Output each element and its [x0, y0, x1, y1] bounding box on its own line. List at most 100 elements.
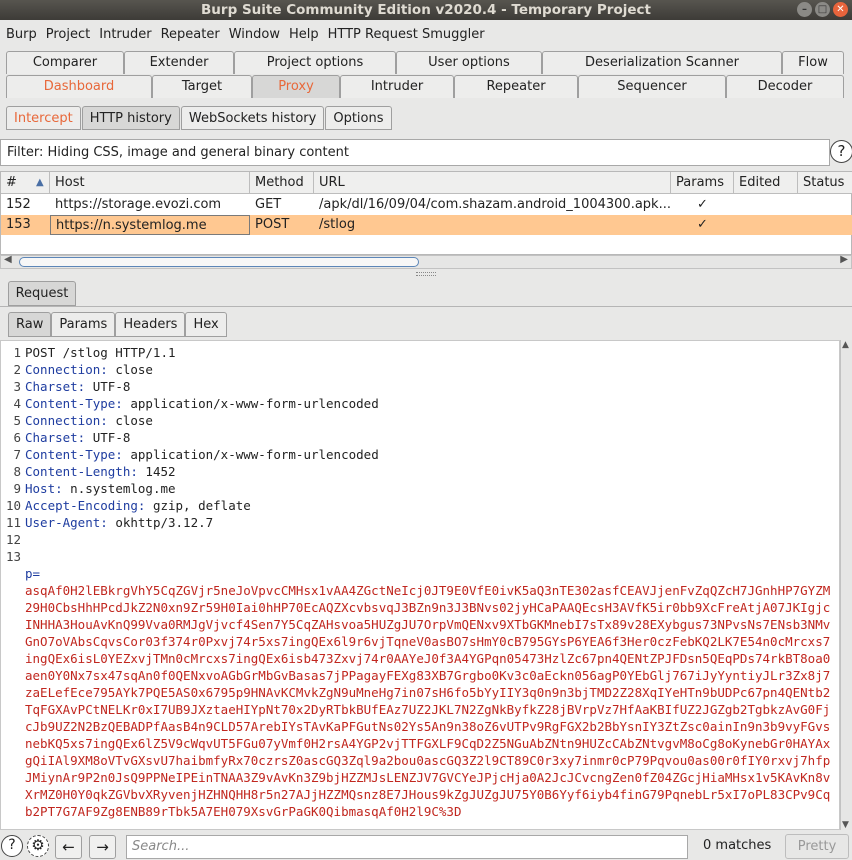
header-name: Content-Type: — [25, 396, 123, 411]
pretty-button[interactable]: Pretty — [785, 834, 849, 859]
header-value: okhttp/3.12.7 — [107, 515, 214, 530]
tab-http-history[interactable]: HTTP history — [81, 106, 180, 130]
main-tabs-row2: Dashboard Target Proxy Intruder Repeater… — [6, 75, 844, 98]
tab-hex[interactable]: Hex — [185, 312, 227, 337]
scroll-left-icon[interactable]: ◀ — [4, 254, 12, 265]
header-value: application/x-www-form-urlencoded — [122, 447, 379, 462]
tab-dashboard[interactable]: Dashboard — [6, 75, 152, 98]
scroll-right-icon[interactable]: ▶ — [840, 254, 848, 265]
tab-user-options[interactable]: User options — [396, 51, 542, 74]
scroll-up-icon[interactable]: ▲ — [842, 340, 849, 350]
line-number: 7 — [13, 447, 21, 462]
menu-burp[interactable]: Burp — [6, 27, 37, 42]
header-value: application/x-www-form-urlencoded — [122, 396, 379, 411]
gear-icon[interactable]: ⚙ — [27, 835, 49, 857]
header-value: UTF-8 — [85, 430, 131, 445]
search-input[interactable]: Search... — [126, 835, 688, 859]
header-value: UTF-8 — [85, 379, 131, 394]
column-header-number[interactable]: # ▲ — [1, 172, 50, 194]
column-header-edited[interactable]: Edited — [734, 172, 798, 194]
tab-request[interactable]: Request — [8, 281, 76, 306]
header-name: User-Agent: — [25, 515, 108, 530]
cell-method: GET — [255, 197, 282, 212]
scroll-down-icon[interactable]: ▼ — [842, 820, 849, 830]
tab-headers[interactable]: Headers — [115, 312, 186, 337]
tab-websockets-history[interactable]: WebSockets history — [180, 106, 325, 130]
header-name: Host: — [25, 481, 63, 496]
header-value: close — [107, 362, 153, 377]
table-row-selected[interactable]: 153 https://n.systemlog.me POST /stlog ✓ — [1, 215, 852, 235]
tab-intercept[interactable]: Intercept — [6, 106, 81, 130]
column-header-url[interactable]: URL — [314, 172, 671, 194]
header-name: Charset: — [25, 379, 86, 394]
window-title: Burp Suite Community Edition v2020.4 - T… — [201, 2, 651, 18]
splitter-handle[interactable] — [416, 272, 436, 276]
tab-project-options[interactable]: Project options — [234, 51, 396, 74]
main-tabs-row1: Comparer Extender Project options User o… — [6, 51, 844, 74]
tab-repeater[interactable]: Repeater — [454, 75, 578, 98]
menu-http-request-smuggler[interactable]: HTTP Request Smuggler — [328, 27, 485, 42]
line-number: 3 — [13, 379, 21, 394]
menu-intruder[interactable]: Intruder — [99, 27, 151, 42]
column-header-method[interactable]: Method — [250, 172, 314, 194]
proxy-subtabs: Intercept HTTP history WebSockets histor… — [6, 106, 392, 130]
column-header-host[interactable]: Host — [50, 172, 250, 194]
column-header-status[interactable]: Status — [798, 172, 852, 194]
tab-proxy[interactable]: Proxy — [252, 75, 340, 98]
header-name: Charset: — [25, 430, 86, 445]
body-param-value: asqAf0H2lEBkrgVhY5CqZGVjr5neJoVpvcCMHsx1… — [25, 583, 831, 819]
table-horizontal-scrollbar[interactable]: ◀ ▶ — [0, 254, 852, 269]
match-count: 0 matches — [703, 838, 772, 853]
menu-help[interactable]: Help — [289, 27, 319, 42]
help-icon[interactable]: ? — [830, 140, 852, 163]
tab-flow[interactable]: Flow — [782, 51, 844, 74]
line-number: 2 — [13, 362, 21, 377]
line-number: 9 — [13, 481, 21, 496]
request-body: p= asqAf0H2lEBkrgVhY5CqZGVjr5neJoVpvcCMH… — [25, 565, 837, 820]
request-line: Content-Type: application/x-www-form-url… — [25, 447, 379, 462]
http-history-table: # ▲ Host Method URL Params Edited Status … — [0, 171, 852, 255]
tab-decoder[interactable]: Decoder — [726, 75, 844, 98]
filter-bar[interactable]: Filter: Hiding CSS, image and general bi… — [0, 139, 830, 166]
help-icon[interactable]: ? — [1, 835, 23, 857]
cell-status — [798, 195, 852, 215]
minimize-icon[interactable]: – — [797, 2, 812, 17]
request-line: Charset: UTF-8 — [25, 379, 130, 394]
tab-raw[interactable]: Raw — [8, 312, 52, 337]
tab-target[interactable]: Target — [152, 75, 252, 98]
line-number: 12 — [5, 532, 21, 547]
cell-url: /apk/dl/16/09/04/com.shazam.android_1004… — [319, 197, 671, 212]
header-value: close — [107, 413, 153, 428]
tab-sequencer[interactable]: Sequencer — [578, 75, 726, 98]
tab-intruder[interactable]: Intruder — [340, 75, 454, 98]
menu-window[interactable]: Window — [229, 27, 280, 42]
request-line: User-Agent: okhttp/3.12.7 — [25, 515, 213, 530]
raw-request-editor[interactable]: 1 POST /stlog HTTP/1.1 2 Connection: close 3… — [0, 340, 840, 830]
cell-params-check: ✓ — [697, 197, 708, 212]
maximize-icon[interactable]: □ — [815, 2, 830, 17]
menu-repeater[interactable]: Repeater — [161, 27, 220, 42]
editor-vertical-scrollbar[interactable]: ▲ ▼ — [840, 340, 852, 830]
request-pane-divider — [0, 306, 852, 307]
close-icon[interactable]: ✕ — [833, 2, 848, 17]
tab-comparer[interactable]: Comparer — [6, 51, 124, 74]
line-number: 10 — [5, 498, 21, 513]
tab-options[interactable]: Options — [325, 106, 392, 130]
header-value: gzip, deflate — [145, 498, 251, 513]
header-value: 1452 — [137, 464, 176, 479]
tab-params[interactable]: Params — [51, 312, 116, 337]
request-line: Accept-Encoding: gzip, deflate — [25, 498, 251, 513]
next-match-button[interactable]: → — [89, 835, 116, 859]
request-line: Content-Length: 1452 — [25, 464, 176, 479]
body-param-name: p= — [25, 566, 41, 581]
table-row[interactable]: 152 https://storage.evozi.com GET /apk/d… — [1, 195, 852, 215]
menu-project[interactable]: Project — [46, 27, 90, 42]
header-name: Content-Length: — [25, 464, 138, 479]
column-header-params[interactable]: Params — [671, 172, 734, 194]
tab-extender[interactable]: Extender — [124, 51, 234, 74]
scrollbar-thumb[interactable] — [19, 257, 419, 267]
tab-deserialization-scanner[interactable]: Deserialization Scanner — [542, 51, 782, 74]
line-number: 11 — [5, 515, 21, 530]
previous-match-button[interactable]: ← — [55, 835, 82, 859]
cell-host: https://n.systemlog.me — [50, 215, 250, 235]
